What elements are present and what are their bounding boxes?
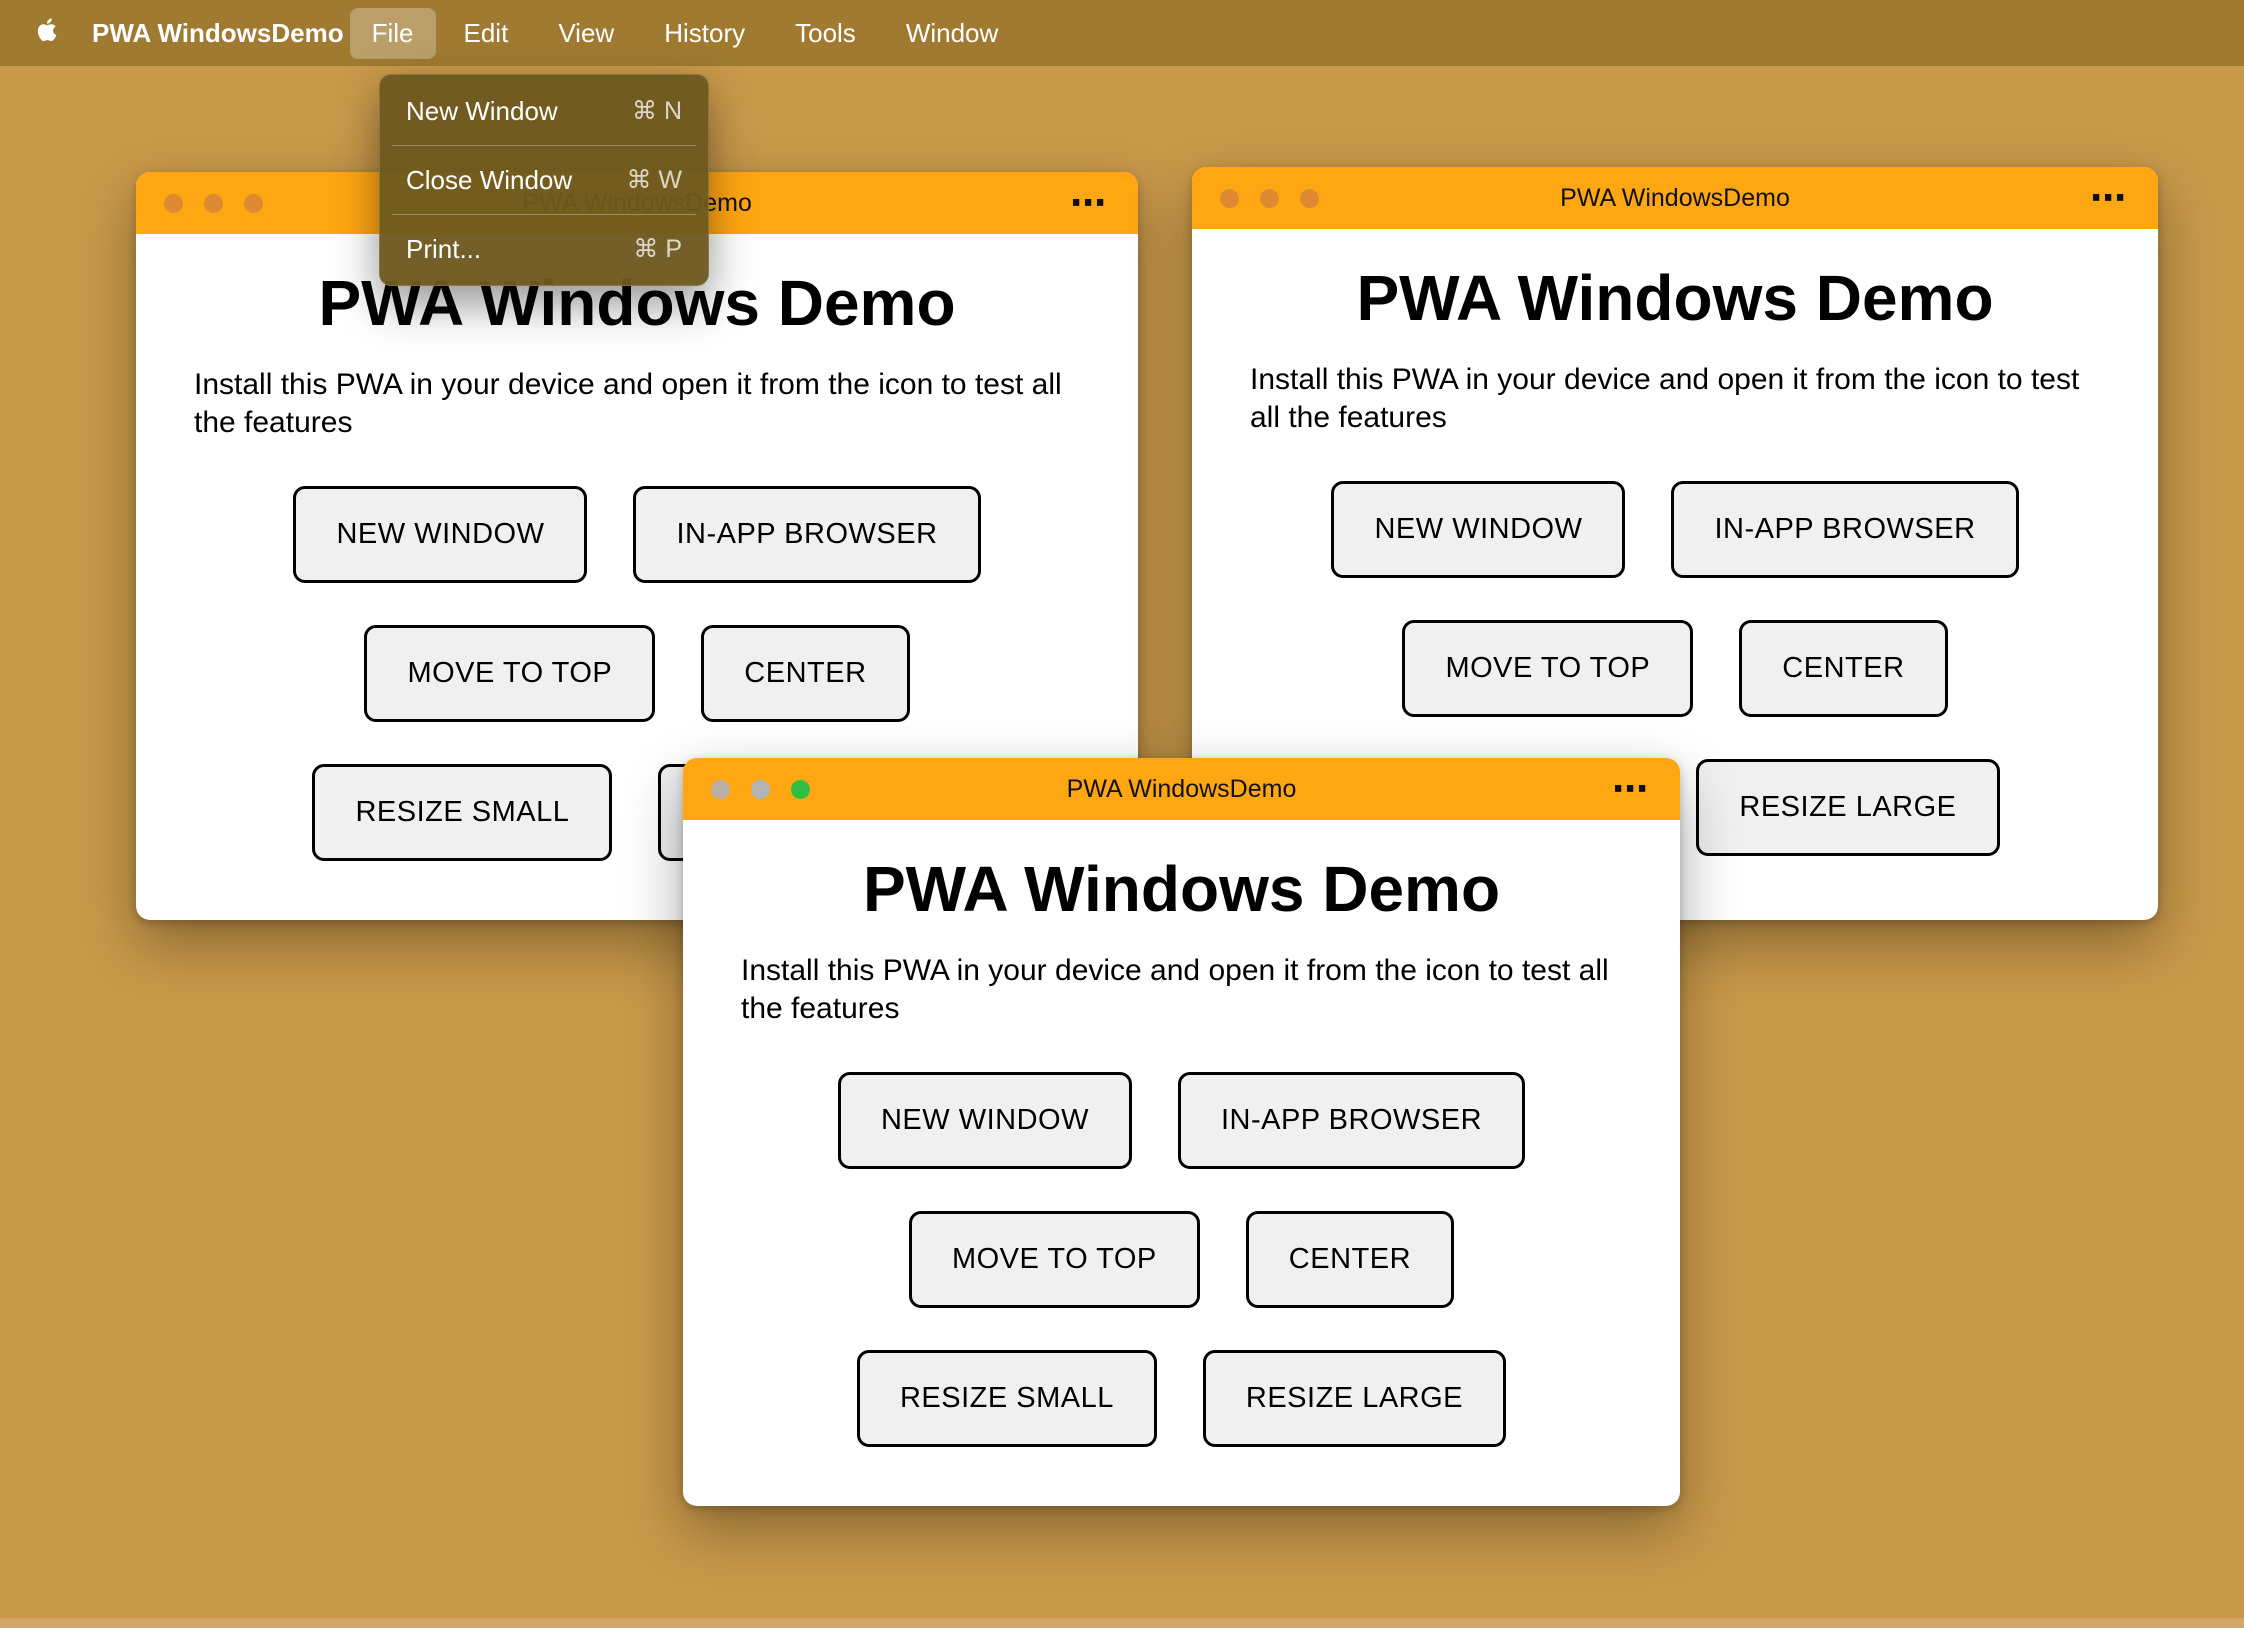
close-button[interactable] [1220, 188, 1239, 208]
page-description: Install this PWA in your device and open… [1250, 363, 2080, 435]
page-title: PWA Windows Demo [1356, 262, 1994, 334]
window-title: PWA WindowsDemo [1560, 183, 1790, 212]
close-button[interactable] [711, 779, 730, 799]
menu-item-shortcut: ⌘ W [626, 166, 682, 194]
traffic-lights [1220, 167, 1319, 229]
menu-edit[interactable]: Edit [442, 8, 531, 59]
window-titlebar[interactable]: PWA WindowsDemo ⋯ [1192, 167, 2158, 229]
resize-small-button[interactable]: RESIZE SMALL [312, 764, 613, 862]
minimize-button[interactable] [1260, 188, 1279, 208]
zoom-button[interactable] [1300, 188, 1319, 208]
center-button[interactable]: CENTER [1739, 620, 1948, 718]
move-to-top-button[interactable]: MOVE TO TOP [1402, 620, 1694, 718]
minimize-button[interactable] [751, 779, 770, 799]
menu-history[interactable]: History [642, 8, 767, 59]
in-app-browser-button[interactable]: IN-APP BROWSER [1177, 1072, 1526, 1170]
move-to-top-button[interactable]: MOVE TO TOP [908, 1211, 1200, 1309]
zoom-button[interactable] [791, 779, 810, 799]
menu-item-shortcut: ⌘ P [633, 235, 682, 263]
window-front: PWA WindowsDemo ⋯ PWA Windows Demo Insta… [683, 758, 1680, 1506]
menu-item-label: Close Window [406, 164, 573, 195]
new-window-button[interactable]: NEW WINDOW [837, 1072, 1132, 1170]
window-options-ellipsis-icon[interactable]: ⋯ [1070, 172, 1108, 234]
file-menu-item-new-window[interactable]: New Window ⌘ N [380, 81, 708, 141]
menu-bar: PWA WindowsDemo File Edit View History T… [0, 0, 2244, 66]
window-titlebar[interactable]: PWA WindowsDemo ⋯ [683, 758, 1680, 820]
center-button[interactable]: CENTER [701, 625, 910, 723]
menu-tools[interactable]: Tools [773, 8, 878, 59]
center-button[interactable]: CENTER [1245, 1211, 1455, 1309]
page-title: PWA Windows Demo [862, 853, 1501, 925]
resize-small-button[interactable]: RESIZE SMALL [856, 1350, 1157, 1448]
traffic-lights [164, 172, 263, 234]
resize-large-button[interactable]: RESIZE LARGE [1202, 1350, 1507, 1448]
file-menu-item-close-window[interactable]: Close Window ⌘ W [380, 150, 708, 210]
menu-window[interactable]: Window [884, 8, 1020, 59]
in-app-browser-button[interactable]: IN-APP BROWSER [633, 486, 981, 584]
minimize-button[interactable] [204, 193, 223, 213]
menu-item-shortcut: ⌘ N [632, 97, 682, 125]
file-menu-dropdown: New Window ⌘ N Close Window ⌘ W Print...… [379, 74, 709, 286]
menu-item-label: New Window [406, 95, 558, 126]
new-window-button[interactable]: NEW WINDOW [1331, 481, 1626, 579]
window-title: PWA WindowsDemo [1066, 774, 1297, 803]
dock-edge [0, 1618, 2244, 1628]
button-area: NEW WINDOW IN-APP BROWSER MOVE TO TOP CE… [683, 1072, 1680, 1448]
file-menu-item-print[interactable]: Print... ⌘ P [380, 219, 708, 279]
page-description: Install this PWA in your device and open… [741, 954, 1609, 1026]
menu-separator [392, 145, 696, 146]
menu-view[interactable]: View [536, 8, 636, 59]
menu-separator [392, 214, 696, 215]
window-options-ellipsis-icon[interactable]: ⋯ [2090, 167, 2128, 229]
page-description: Install this PWA in your device and open… [194, 368, 1062, 440]
new-window-button[interactable]: NEW WINDOW [293, 486, 588, 584]
window-options-ellipsis-icon[interactable]: ⋯ [1612, 758, 1650, 820]
menu-item-label: Print... [406, 233, 482, 264]
apple-logo-icon [34, 16, 62, 51]
move-to-top-button[interactable]: MOVE TO TOP [364, 625, 656, 723]
in-app-browser-button[interactable]: IN-APP BROWSER [1671, 481, 2019, 579]
apple-menu[interactable] [34, 16, 62, 51]
close-button[interactable] [164, 193, 183, 213]
traffic-lights [711, 758, 810, 820]
menu-file[interactable]: File [349, 7, 436, 59]
menu-bar-app-name[interactable]: PWA WindowsDemo [92, 18, 344, 49]
resize-large-button[interactable]: RESIZE LARGE [1696, 759, 2000, 857]
desktop: PWA WindowsDemo File Edit View History T… [0, 0, 2244, 1628]
window-content: PWA Windows Demo Install this PWA in you… [683, 852, 1680, 1448]
zoom-button[interactable] [244, 193, 263, 213]
